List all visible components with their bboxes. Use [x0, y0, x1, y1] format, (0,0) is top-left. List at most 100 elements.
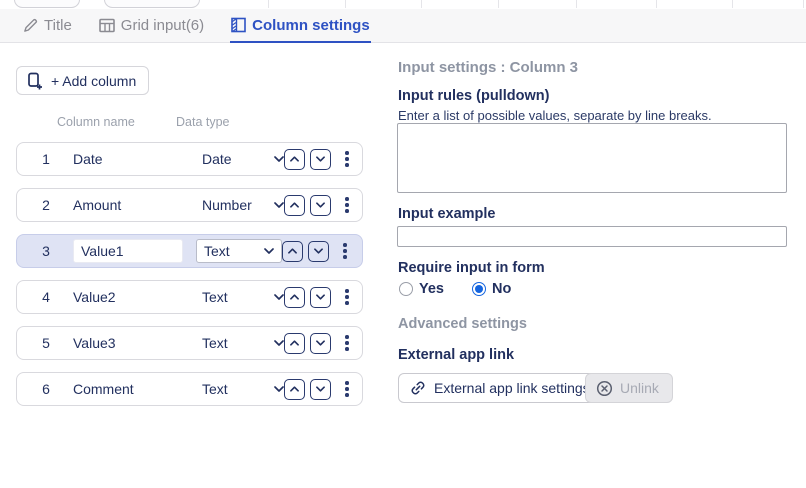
grid-divider [498, 0, 499, 8]
link-icon [410, 380, 426, 396]
radio-label: Yes [419, 281, 444, 297]
kebab-menu-icon[interactable] [343, 287, 351, 307]
chevron-down-icon [274, 294, 284, 300]
data-type-select[interactable]: Text [196, 239, 282, 263]
column-settings-icon [231, 17, 246, 33]
require-input-radio-group: Yes No [399, 281, 511, 297]
column-name: Comment [73, 381, 134, 397]
column-row-1[interactable]: 1 Date Date [16, 142, 363, 176]
kebab-menu-icon[interactable] [343, 379, 351, 399]
grid-divider [576, 0, 577, 8]
kebab-menu-icon[interactable] [341, 241, 349, 261]
chevron-down-icon [316, 340, 325, 346]
move-up-button[interactable] [284, 332, 305, 354]
move-up-button[interactable] [284, 286, 305, 308]
unlink-label: Unlink [620, 380, 659, 396]
radio-icon-unselected[interactable] [399, 282, 413, 296]
column-row-4[interactable]: 4 Value2 Text [16, 280, 363, 314]
data-type-header: Data type [176, 115, 230, 129]
add-column-label: + Add column [51, 72, 137, 89]
data-type-select[interactable]: Text [202, 289, 284, 305]
chevron-up-icon [290, 202, 299, 208]
column-name: Date [73, 151, 103, 167]
move-down-button[interactable] [310, 194, 331, 216]
tab-bar: Title Grid input(6) Column settings [0, 9, 806, 43]
chevron-down-icon [314, 248, 323, 254]
column-row-3-selected[interactable]: 3 Text [16, 234, 363, 268]
tab-column-settings[interactable]: Column settings [230, 9, 371, 43]
column-name-input[interactable] [73, 239, 183, 263]
input-example-field[interactable] [397, 226, 787, 247]
grid-divider [656, 0, 657, 8]
column-settings-screen: Title Grid input(6) Column settings + Ad… [0, 0, 806, 488]
data-type-value: Text [202, 289, 228, 305]
move-down-button[interactable] [310, 378, 331, 400]
move-down-button[interactable] [310, 332, 331, 354]
pencil-icon [23, 18, 38, 33]
tab-title[interactable]: Title [22, 9, 73, 43]
radio-option-yes[interactable]: Yes [399, 281, 444, 297]
chevron-down-icon [316, 156, 325, 162]
column-name: Value2 [73, 289, 116, 305]
data-type-value: Text [202, 335, 228, 351]
chevron-up-icon [290, 156, 299, 162]
cutoff-button-stub [104, 0, 200, 8]
add-column-button[interactable]: + Add column [16, 66, 150, 95]
data-type-value: Text [202, 381, 228, 397]
radio-icon-selected[interactable] [472, 282, 486, 296]
external-app-link-settings-button[interactable]: External app link settings [398, 373, 604, 403]
grid-divider [345, 0, 346, 8]
chevron-up-icon [290, 294, 299, 300]
column-number: 3 [42, 243, 50, 259]
cutoff-button-stub [14, 0, 80, 8]
chevron-down-icon [274, 386, 284, 392]
radio-label: No [492, 281, 512, 297]
chevron-down-icon [264, 248, 274, 254]
chevron-down-icon [316, 202, 325, 208]
unlink-button[interactable]: Unlink [585, 373, 673, 403]
column-row-6[interactable]: 6 Comment Text [16, 372, 363, 406]
column-name: Amount [73, 197, 122, 213]
chevron-down-icon [274, 156, 284, 162]
row-actions [284, 332, 351, 354]
move-down-button[interactable] [310, 286, 331, 308]
move-up-button[interactable] [282, 240, 303, 262]
column-name: Value3 [73, 335, 116, 351]
data-type-select[interactable]: Number [202, 197, 284, 213]
chevron-up-icon [290, 386, 299, 392]
chevron-down-icon [274, 340, 284, 346]
data-type-select[interactable]: Text [202, 381, 284, 397]
tab-grid-input[interactable]: Grid input(6) [98, 9, 205, 43]
kebab-menu-icon[interactable] [343, 333, 351, 353]
input-example-label: Input example [398, 206, 496, 222]
cutoff-top-strip [0, 0, 806, 9]
column-number: 1 [42, 151, 50, 167]
column-row-5[interactable]: 5 Value3 Text [16, 326, 363, 360]
grid-divider [732, 0, 733, 8]
chevron-up-icon [290, 340, 299, 346]
kebab-menu-icon[interactable] [343, 195, 351, 215]
input-rules-help: Enter a list of possible values, separat… [398, 108, 712, 123]
column-number: 5 [42, 335, 50, 351]
column-number: 4 [42, 289, 50, 305]
chevron-down-icon [316, 294, 325, 300]
data-type-value: Text [204, 243, 230, 259]
move-up-button[interactable] [284, 378, 305, 400]
input-rules-textarea[interactable] [397, 123, 787, 193]
move-up-button[interactable] [284, 148, 305, 170]
move-down-button[interactable] [308, 240, 329, 262]
move-up-button[interactable] [284, 194, 305, 216]
grid-divider [803, 0, 804, 8]
external-app-link-label: External app link [398, 347, 515, 363]
move-down-button[interactable] [310, 148, 331, 170]
column-number: 6 [42, 381, 50, 397]
tab-label: Title [44, 16, 72, 34]
kebab-menu-icon[interactable] [343, 149, 351, 169]
grid-divider [268, 0, 269, 8]
radio-option-no[interactable]: No [472, 281, 511, 297]
data-type-select[interactable]: Date [202, 151, 284, 167]
grid-divider [421, 0, 422, 8]
row-actions [284, 286, 351, 308]
data-type-select[interactable]: Text [202, 335, 284, 351]
column-row-2[interactable]: 2 Amount Number [16, 188, 363, 222]
